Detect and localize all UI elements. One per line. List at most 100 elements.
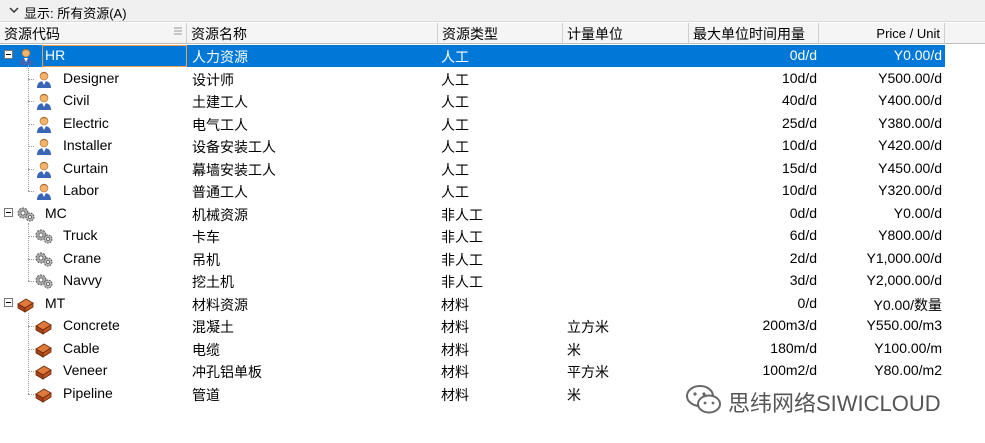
resource-type: 人工 — [441, 49, 469, 65]
resource-code: Pipeline — [63, 385, 113, 401]
person-icon — [34, 182, 54, 200]
price-per-unit: Y80.00/m2 — [874, 362, 942, 378]
resource-name: 挖土机 — [192, 274, 234, 290]
resource-code: Installer — [63, 137, 113, 153]
price-per-unit: Y1,000.00/d — [866, 250, 942, 266]
resource-type: 材料 — [441, 342, 469, 358]
price-per-unit: Y800.00/d — [878, 227, 942, 243]
gears-icon — [34, 250, 54, 268]
resource-name: 材料资源 — [192, 297, 248, 313]
column-header-name[interactable]: 资源名称 — [187, 23, 438, 44]
resource-type: 非人工 — [441, 274, 483, 290]
resource-type: 人工 — [441, 184, 469, 200]
resource-type: 非人工 — [441, 207, 483, 223]
table-row[interactable]: Civil 土建工人 人工 40d/d Y400.00/d — [0, 90, 945, 112]
material-icon — [34, 317, 54, 335]
watermark-text: 思纬网络SIWICLOUD — [728, 391, 941, 416]
material-icon — [34, 385, 54, 403]
table-row[interactable]: Truck 卡车 非人工 6d/d Y800.00/d — [0, 225, 945, 247]
max-units: 100m2/d — [762, 362, 817, 378]
table-row[interactable]: Installer 设备安装工人 人工 10d/d Y420.00/d — [0, 135, 945, 157]
price-per-unit: Y320.00/d — [878, 182, 942, 198]
person-icon — [34, 70, 54, 88]
resource-type: 材料 — [441, 364, 469, 380]
resource-code: Labor — [63, 182, 99, 198]
resource-code: Navvy — [63, 272, 102, 288]
resource-type: 人工 — [441, 94, 469, 110]
table-row[interactable]: Designer 设计师 人工 10d/d Y500.00/d — [0, 68, 945, 90]
table-row[interactable]: Labor 普通工人 人工 10d/d Y320.00/d — [0, 180, 945, 202]
resource-type: 材料 — [441, 297, 469, 313]
price-per-unit: Y0.00/数量 — [873, 297, 942, 313]
resource-name: 人力资源 — [192, 49, 248, 65]
column-header-unit[interactable]: 计量单位 — [563, 23, 689, 44]
table-row[interactable]: Navvy 挖土机 非人工 3d/d Y2,000.00/d — [0, 270, 945, 292]
resource-name: 幕墙安装工人 — [192, 162, 276, 178]
column-header-code[interactable]: 资源代码 — [0, 23, 187, 44]
column-header-price[interactable]: Price / Unit — [819, 23, 945, 44]
column-header-row: 资源代码 资源名称 资源类型 计量单位 最大单位时间用量 Price / Uni… — [0, 23, 985, 45]
max-units: 0d/d — [789, 205, 817, 221]
watermark: 思纬网络SIWICLOUD — [684, 383, 964, 417]
person-icon — [34, 92, 54, 110]
resource-unit: 立方米 — [567, 319, 609, 335]
price-per-unit: Y500.00/d — [878, 70, 942, 86]
resource-type: 人工 — [441, 117, 469, 133]
resource-type: 人工 — [441, 72, 469, 88]
wechat-icon — [686, 385, 721, 414]
table-row[interactable]: Curtain 幕墙安装工人 人工 15d/d Y450.00/d — [0, 158, 945, 180]
resource-name: 卡车 — [192, 229, 220, 245]
max-units: 0/d — [797, 295, 817, 311]
collapse-toggle-icon[interactable] — [4, 208, 13, 217]
tree-connector — [28, 65, 29, 191]
resource-name: 管道 — [192, 387, 220, 403]
group-row[interactable]: MT 材料资源 材料 0/d Y0.00/数量 — [0, 293, 945, 315]
price-per-unit: Y400.00/d — [878, 92, 942, 108]
person-icon — [16, 47, 36, 65]
filter-bar[interactable]: 显示: 所有资源(A) — [0, 0, 985, 22]
resource-name: 吊机 — [192, 252, 220, 268]
max-units: 10d/d — [781, 70, 817, 86]
group-row[interactable]: MC 机械资源 非人工 0d/d Y0.00/d — [0, 203, 945, 225]
focus-rectangle — [42, 45, 187, 67]
max-units: 2d/d — [789, 250, 817, 266]
resource-name: 设计师 — [192, 72, 234, 88]
resource-unit: 米 — [567, 387, 581, 403]
column-header-type[interactable]: 资源类型 — [438, 23, 563, 44]
resource-code: MT — [45, 295, 66, 311]
resource-name: 冲孔铝单板 — [192, 364, 262, 380]
column-header-max-units[interactable]: 最大单位时间用量 — [689, 23, 819, 44]
tree-connector — [28, 223, 29, 281]
resource-name: 混凝土 — [192, 319, 234, 335]
price-per-unit: Y550.00/m3 — [866, 317, 943, 333]
sort-icon[interactable] — [174, 27, 182, 37]
group-row[interactable]: HR 人力资源 人工 0d/d Y0.00/d — [0, 45, 945, 67]
price-per-unit: Y380.00/d — [878, 115, 942, 131]
resource-name: 电缆 — [192, 342, 220, 358]
table-row[interactable]: Crane 吊机 非人工 2d/d Y1,000.00/d — [0, 248, 945, 270]
table-row[interactable]: Veneer 冲孔铝单板 材料 平方米 100m2/d Y80.00/m2 — [0, 360, 945, 382]
collapse-toggle-icon[interactable] — [4, 50, 13, 59]
filter-label: 显示: 所有资源(A) — [24, 6, 127, 21]
table-row[interactable]: Electric 电气工人 人工 25d/d Y380.00/d — [0, 113, 945, 135]
price-per-unit: Y2,000.00/d — [866, 272, 942, 288]
price-per-unit: Y0.00/d — [893, 205, 942, 221]
resource-code: Veneer — [63, 362, 108, 378]
price-per-unit: Y450.00/d — [878, 160, 942, 176]
resource-code: MC — [45, 205, 67, 221]
table-row[interactable]: Concrete 混凝土 材料 立方米 200m3/d Y550.00/m3 — [0, 315, 945, 337]
collapse-toggle-icon[interactable] — [4, 298, 13, 307]
resource-type: 非人工 — [441, 229, 483, 245]
resource-name: 设备安装工人 — [192, 139, 276, 155]
material-icon — [34, 362, 54, 380]
max-units: 200m3/d — [762, 317, 817, 333]
resource-code: Designer — [63, 70, 120, 86]
tree-connector — [28, 313, 29, 394]
column-header-filler — [945, 23, 985, 44]
chevron-down-icon[interactable] — [8, 4, 20, 16]
price-per-unit: Y420.00/d — [878, 137, 942, 153]
table-row[interactable]: Cable 电缆 材料 米 180m/d Y100.00/m — [0, 338, 945, 360]
tree-connector — [28, 281, 34, 282]
resource-code: Cable — [63, 340, 100, 356]
resource-type: 材料 — [441, 319, 469, 335]
